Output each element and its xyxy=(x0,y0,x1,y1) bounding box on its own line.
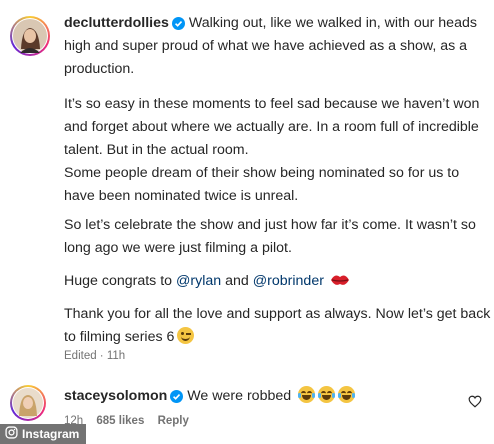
reply-likes-count[interactable]: 685 likes xyxy=(96,415,144,427)
caption-line-11: Huge congrats to @rylan and @robrinder xyxy=(64,270,482,297)
post-author-avatar[interactable] xyxy=(10,16,50,56)
instagram-watermark: Instagram xyxy=(0,424,87,444)
reply-text: We were robbed xyxy=(187,388,292,404)
kiss-lips-emoji xyxy=(330,272,350,297)
mention-link-rylan[interactable]: @rylan xyxy=(176,273,221,289)
reply-button[interactable]: Reply xyxy=(158,415,189,427)
instagram-logo-icon xyxy=(5,426,18,442)
caption-line-7: Some people dream of their show being no… xyxy=(64,165,460,181)
wink-emoji xyxy=(177,327,195,344)
reply-line: staceysolomon We were robbed xyxy=(64,385,482,412)
caption-line-5: and forget about where we actually are. … xyxy=(64,119,479,135)
caption-line-13: to filming series 6 xyxy=(64,326,482,350)
caption-line-4: It’s so easy in these moments to feel sa… xyxy=(64,96,480,112)
tears-of-joy-emoji xyxy=(338,386,356,403)
caption-line-8: have been nominated twice is unreal. xyxy=(64,188,299,204)
verified-badge-icon xyxy=(170,388,184,412)
tears-of-joy-emoji xyxy=(298,386,316,403)
caption-line-9: So let’s celebrate the show and just how… xyxy=(64,217,476,233)
reply-avatar-photo xyxy=(13,388,43,418)
caption-line-12: Thank you for all the love and support a… xyxy=(64,306,491,322)
reply-author-username[interactable]: staceysolomon xyxy=(64,388,167,404)
caption-line-6: talent. But in the actual room. xyxy=(64,142,249,158)
watermark-text: Instagram xyxy=(22,427,80,441)
tears-of-joy-emoji xyxy=(318,386,336,403)
caption-line-10: long ago we were just filming a pilot. xyxy=(64,240,292,256)
caption-line-2: high and super proud of what we have ach… xyxy=(64,38,468,54)
caption-line-3: production. xyxy=(64,61,135,77)
reply-author-avatar[interactable] xyxy=(10,385,46,421)
post-author-username[interactable]: declutterdollies xyxy=(64,15,169,31)
post-edited-timestamp: Edited · 11h xyxy=(64,350,126,362)
avatar-photo xyxy=(13,19,47,53)
heart-icon[interactable] xyxy=(468,395,482,413)
mention-link-robrinder[interactable]: @robrinder xyxy=(253,273,324,289)
